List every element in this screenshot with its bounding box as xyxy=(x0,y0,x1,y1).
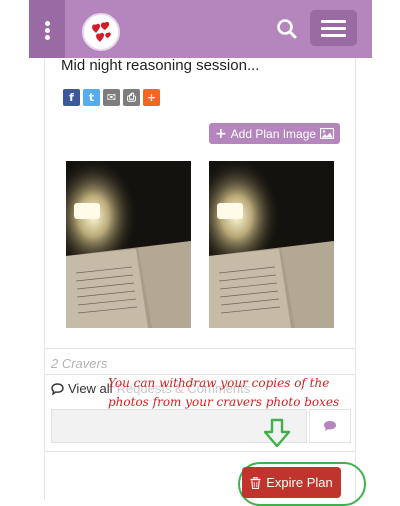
hamburger-icon xyxy=(321,20,346,23)
divider xyxy=(44,348,356,349)
search-button[interactable] xyxy=(272,14,302,44)
facebook-icon[interactable]: f xyxy=(63,89,80,106)
top-bar xyxy=(29,0,372,58)
divider xyxy=(44,451,356,452)
annotation-note: You can withdraw your copies of the phot… xyxy=(108,376,340,409)
send-comment-button[interactable] xyxy=(309,409,351,443)
search-icon xyxy=(277,19,297,39)
print-icon[interactable]: ⎙ xyxy=(123,89,140,106)
comment-icon xyxy=(51,382,64,395)
cravers-count[interactable]: 2 Cravers xyxy=(51,356,107,371)
app-logo[interactable] xyxy=(82,13,120,51)
add-plan-image-label: Add Plan Image xyxy=(230,126,317,141)
menu-dots-icon xyxy=(45,21,50,26)
page-gutter-left xyxy=(0,58,44,500)
image-icon xyxy=(320,128,335,139)
photo-desk-lamp-image xyxy=(209,161,334,328)
arrow-down-icon xyxy=(263,418,291,448)
plan-title: Mid night reasoning session... xyxy=(61,57,260,74)
expire-plan-label: Expire Plan xyxy=(266,475,333,490)
view-all-label: View all xyxy=(68,381,113,396)
add-plan-image-button[interactable]: + Add Plan Image xyxy=(209,123,340,144)
plus-icon: + xyxy=(214,125,227,142)
speech-bubble-icon xyxy=(324,421,336,431)
trash-icon xyxy=(250,476,261,489)
page-gutter-right xyxy=(356,58,400,500)
share-buttons: f t ✉ ⎙ + xyxy=(63,89,160,106)
plan-photo[interactable] xyxy=(66,161,191,328)
expire-plan-button[interactable]: Expire Plan xyxy=(242,467,341,498)
photo-desk-lamp-image xyxy=(66,161,191,328)
more-share-icon[interactable]: + xyxy=(143,89,160,106)
twitter-icon[interactable]: t xyxy=(83,89,100,106)
email-icon[interactable]: ✉ xyxy=(103,89,120,106)
plan-photo[interactable] xyxy=(209,161,334,328)
main-menu-button[interactable] xyxy=(310,10,357,46)
side-menu-button[interactable] xyxy=(29,0,65,58)
hearts-logo-icon xyxy=(92,21,111,42)
